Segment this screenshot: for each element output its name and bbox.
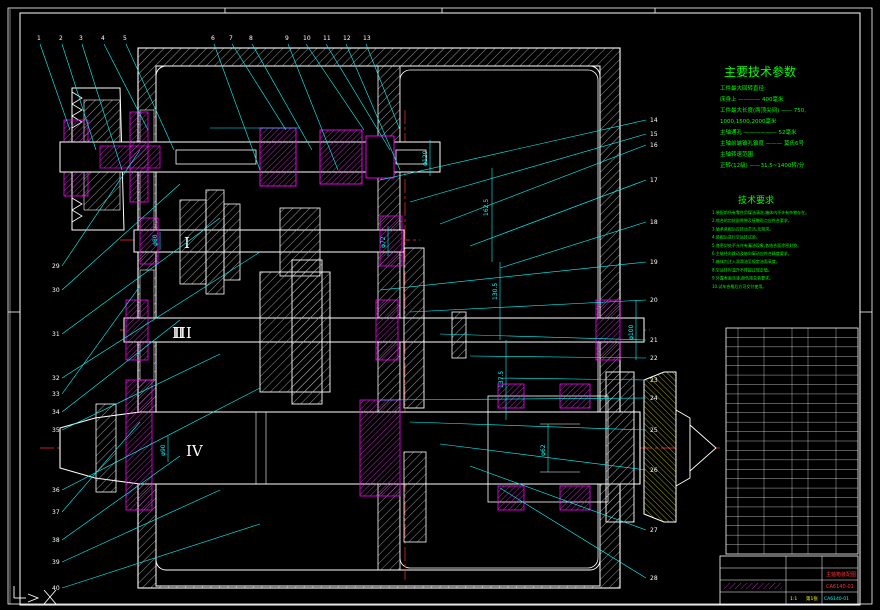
balloon-left-31: 31 [52,331,60,338]
roman-iii-visible: III [174,324,192,342]
shaft-label-iv: IV [186,442,204,460]
balloon-right-19: 19 [650,259,658,266]
drawing-name: 主轴箱装配图 [826,571,856,578]
balloon-right-15: 15 [650,131,658,138]
requirement-line: 9.外露表面涂漆,颜色按总装要求。 [712,275,773,281]
requirements-title: 技术要求 [738,194,774,206]
drawing-scale: 1:1 [790,596,797,602]
shaft-label-i: I [184,234,190,252]
balloon-right-22: 22 [650,355,658,362]
specs-title: 主要技术参数 [724,64,796,79]
balloon-right-23: 23 [650,377,658,384]
dim-phi62: φ62 [540,444,547,456]
dim-130-5: 130.5 [492,283,499,300]
drawing-sheet: 第1张 [806,595,818,602]
balloon-left-39: 39 [52,559,60,566]
dim-phi120: φ120 [422,150,429,166]
balloon-top-5: 5 [123,35,127,42]
specs-block: 主要技术参数 工件最大回转直径: 床身上 ———— 400毫米工件最大长度(两顶尖… [712,64,809,289]
spec-line: 工件最大回转直径: [720,84,766,92]
balloon-top-3: 3 [79,35,83,42]
balloon-right-18: 18 [650,219,658,226]
balloon-left-40: 40 [52,585,60,592]
balloon-left-35: 35 [52,427,60,434]
dim-137-5: 137.5 [498,371,505,388]
balloon-top-7: 7 [229,35,233,42]
balloon-top-9: 9 [285,35,289,42]
requirement-line: 1.装配前所有零件用煤油清洗,箱体内不许有杂物存在。 [712,209,809,215]
spec-line: 正转(12级) ——31.5~1400转/分 [720,161,805,169]
balloon-top-2: 2 [59,35,63,42]
balloon-top-4: 4 [101,35,105,42]
balloon-right-26: 26 [650,467,658,474]
drawing-number-small: CA6140-01 [824,596,849,602]
balloon-top-6: 6 [211,35,215,42]
requirement-line: 7.箱体内注入润滑油至规定油面高度。 [712,258,780,264]
balloon-top-13: 13 [363,35,371,42]
balloon-top-1: 1 [37,35,41,42]
cad-drawing: I II IV III III [7,7,873,606]
balloon-left-33: 33 [52,391,60,398]
dim-phi72: φ72 [380,236,387,248]
balloon-right-20: 20 [650,297,658,304]
spec-line: 床身上 ———— 400毫米 [720,95,784,103]
leader-top [39,43,71,131]
requirement-line: 6.主轴径向跳动及轴向窜动应符合精度要求。 [712,250,792,256]
spec-line: 主轴通孔 —————— 52毫米 [720,128,797,136]
requirement-line: 2.啮合的齿轮副侧隙及接触斑点应符合要求。 [712,217,792,223]
requirement-line: 10.试车合格后方可交付使用。 [712,283,766,289]
balloon-right-27: 27 [650,527,658,534]
dim-phi100: φ100 [628,324,635,340]
balloon-left-37: 37 [52,509,60,516]
spec-line: 1000,1500,2000毫米 [720,117,777,125]
balloon-left-30: 30 [52,287,60,294]
balloon-right-21: 21 [650,337,658,344]
dim-phi80: φ80 [152,234,159,246]
drawing-number: CA6140-01 [826,584,854,590]
balloon-right-25: 25 [650,427,658,434]
balloon-left-38: 38 [52,537,60,544]
balloon-left-36: 36 [52,487,60,494]
spec-line: 主轴前端锥孔锥度 ——— 莫氏6号 [720,139,804,147]
balloon-left-32: 32 [52,375,60,382]
requirement-line: 3.轴承装配后应转动灵活,无阻滞。 [712,225,773,231]
balloon-right-24: 24 [650,395,658,402]
requirement-line: 8.空运转时温升不得超过规定值。 [712,266,772,272]
balloon-top-12: 12 [343,35,351,42]
spec-line: 主轴转速范围: [720,150,755,158]
balloon-right-28: 28 [650,575,658,582]
requirement-line: 5.各密封处不允许有漏油现象,各结合面涂密封胶。 [712,242,801,248]
balloon-left-29: 29 [52,263,60,270]
parts-list [725,327,859,555]
title-block: 主轴箱装配图 CA6140-01 1:1 第1张 CA6140-01 [719,555,859,605]
balloon-right-14: 14 [650,117,658,124]
requirement-line: 4.装配后进行空运转试验。 [712,234,760,240]
dim-phi90: φ90 [160,444,167,456]
balloon-right-16: 16 [650,142,658,149]
balloon-top-8: 8 [249,35,253,42]
balloon-top-10: 10 [303,35,311,42]
balloon-right-17: 17 [650,177,658,184]
spec-line: 工件最大长度(两顶尖间) —— 750, [720,106,806,114]
balloon-top-11: 11 [323,35,331,42]
balloon-left-34: 34 [52,409,60,416]
shaft-label-iii-text: III [174,324,192,342]
